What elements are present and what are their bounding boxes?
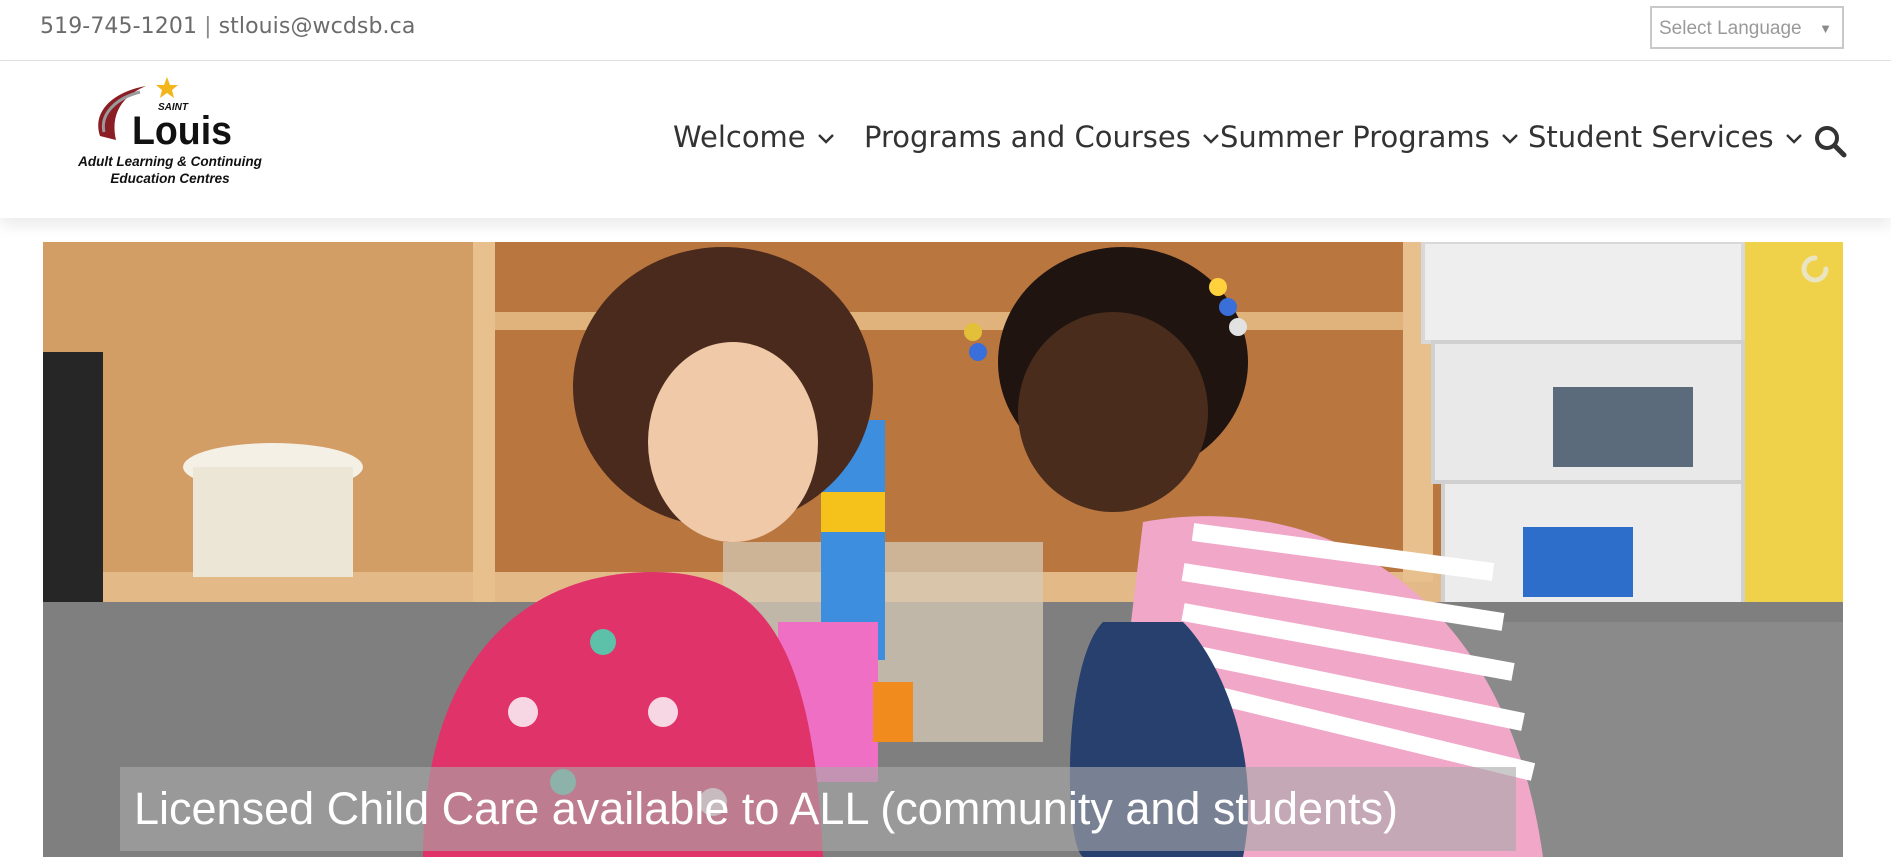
logo-mark: SAINT Louis	[98, 77, 232, 153]
loading-spinner-icon	[1801, 255, 1829, 283]
hero-caption-text: Licensed Child Care available to ALL (co…	[134, 783, 1399, 834]
site-header: SAINT Louis Adult Learning & Continuing …	[0, 62, 1891, 218]
email-link[interactable]: stlouis@wcdsb.ca	[219, 14, 416, 39]
contact-separator: |	[204, 14, 212, 39]
chevron-down-icon	[1202, 134, 1219, 144]
chevron-down-icon	[817, 134, 834, 144]
search-icon[interactable]	[1813, 124, 1847, 158]
nav-item-label: Welcome	[673, 120, 806, 154]
nav-item-programs-and-courses[interactable]: Programs and Courses	[864, 120, 1221, 154]
language-select-placeholder: Select Language	[1659, 18, 1802, 39]
logo-tagline-1: Adult Learning & Continuing	[78, 154, 262, 169]
hero-image	[43, 242, 1843, 857]
nav-item-student-services[interactable]: Student Services	[1528, 120, 1804, 154]
contact-info: 519-745-1201 | stlouis@wcdsb.ca	[40, 14, 415, 39]
hero-slider[interactable]: Licensed Child Care available to ALL (co…	[43, 242, 1843, 857]
nav-item-summer-programs[interactable]: Summer Programs	[1220, 120, 1520, 154]
hero-caption: Licensed Child Care available to ALL (co…	[120, 767, 1516, 851]
site-logo[interactable]: SAINT Louis Adult Learning & Continuing …	[70, 74, 270, 189]
logo-tagline-2: Education Centres	[110, 171, 230, 186]
star-icon	[156, 77, 178, 98]
chevron-down-icon	[1785, 134, 1802, 144]
nav-item-label: Programs and Courses	[864, 120, 1191, 154]
language-select[interactable]: Select Language ▼	[1650, 6, 1844, 49]
logo-name: Louis	[132, 109, 232, 153]
nav-item-label: Student Services	[1528, 120, 1774, 154]
top-bar: 519-745-1201 | stlouis@wcdsb.ca Select Lan…	[0, 0, 1891, 61]
phone-number[interactable]: 519-745-1201	[40, 14, 197, 39]
chevron-down-icon	[1501, 134, 1518, 144]
dropdown-arrow-icon: ▼	[1819, 21, 1832, 36]
nav-item-welcome[interactable]: Welcome	[673, 120, 836, 154]
nav-item-label: Summer Programs	[1220, 120, 1490, 154]
